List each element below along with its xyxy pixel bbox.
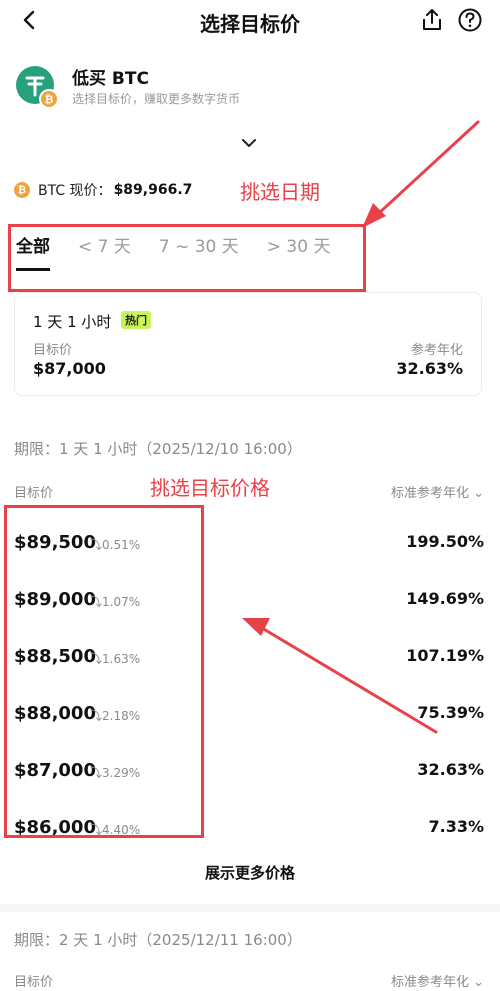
apr-sort-dropdown[interactable]: 标准参考年化 ⌄ xyxy=(391,971,484,990)
product-header: ₿ 低买 BTC 选择目标价，赚取更多数字货币 xyxy=(14,64,484,114)
section-period-1: 期限：1 天 1 小时（2025/12/10 16:00） xyxy=(14,440,302,458)
target-price-column-label: 目标价 xyxy=(14,486,54,501)
current-price-value: $89,966.7 xyxy=(113,182,193,198)
featured-period: 1 天 1 小时 xyxy=(33,313,112,331)
product-description: 选择目标价，赚取更多数字货币 xyxy=(72,92,241,106)
featured-product-card[interactable]: 1 天 1 小时 热门 目标价 $87,000 参考年化 32.63% xyxy=(14,292,482,396)
reference-apr: 7.33% xyxy=(428,817,484,836)
btc-coin-icon: ₿ xyxy=(14,182,30,198)
target-price-column-label: 目标价 xyxy=(14,975,54,990)
apr-sort-dropdown[interactable]: 标准参考年化 ⌄ xyxy=(391,482,484,501)
usdt-btc-logo-icon: ₿ xyxy=(16,66,59,109)
reference-apr: 199.50% xyxy=(406,532,484,551)
reference-apr: 32.63% xyxy=(417,760,484,779)
product-name: 低买 BTC xyxy=(72,69,149,89)
featured-apr-label: 参考年化 xyxy=(410,343,463,358)
annotation-price-highlight-box xyxy=(4,505,204,838)
expand-chevron-icon[interactable] xyxy=(240,136,258,150)
featured-target-value: $87,000 xyxy=(33,359,106,378)
list-header-1: 目标价 标准参考年化 ⌄ xyxy=(14,482,484,502)
current-price: ₿ BTC 现价： $89,966.7 xyxy=(14,180,192,200)
featured-apr-value: 32.63% xyxy=(396,359,463,378)
reference-apr: 149.69% xyxy=(406,589,484,608)
share-icon[interactable] xyxy=(418,6,446,34)
current-price-label: BTC 现价： xyxy=(38,183,112,199)
annotation-arrow-date xyxy=(362,120,480,228)
show-more-prices-button[interactable]: 展示更多价格 xyxy=(0,862,500,883)
featured-target-label: 目标价 xyxy=(33,343,73,358)
reference-apr: 107.19% xyxy=(406,646,484,665)
top-bar: 选择目标价 xyxy=(0,0,500,42)
help-icon[interactable] xyxy=(456,6,484,34)
section-period-2: 期限：2 天 1 小时（2025/12/11 16:00） xyxy=(14,931,302,949)
annotation-pick-date: 挑选日期 xyxy=(240,180,320,204)
hot-badge: 热门 xyxy=(121,311,151,329)
annotation-date-highlight-box xyxy=(8,224,366,292)
list-header-2: 目标价 标准参考年化 ⌄ xyxy=(14,971,484,991)
svg-text:₿: ₿ xyxy=(45,93,54,106)
section-divider xyxy=(0,904,500,912)
reference-apr: 75.39% xyxy=(417,703,484,722)
